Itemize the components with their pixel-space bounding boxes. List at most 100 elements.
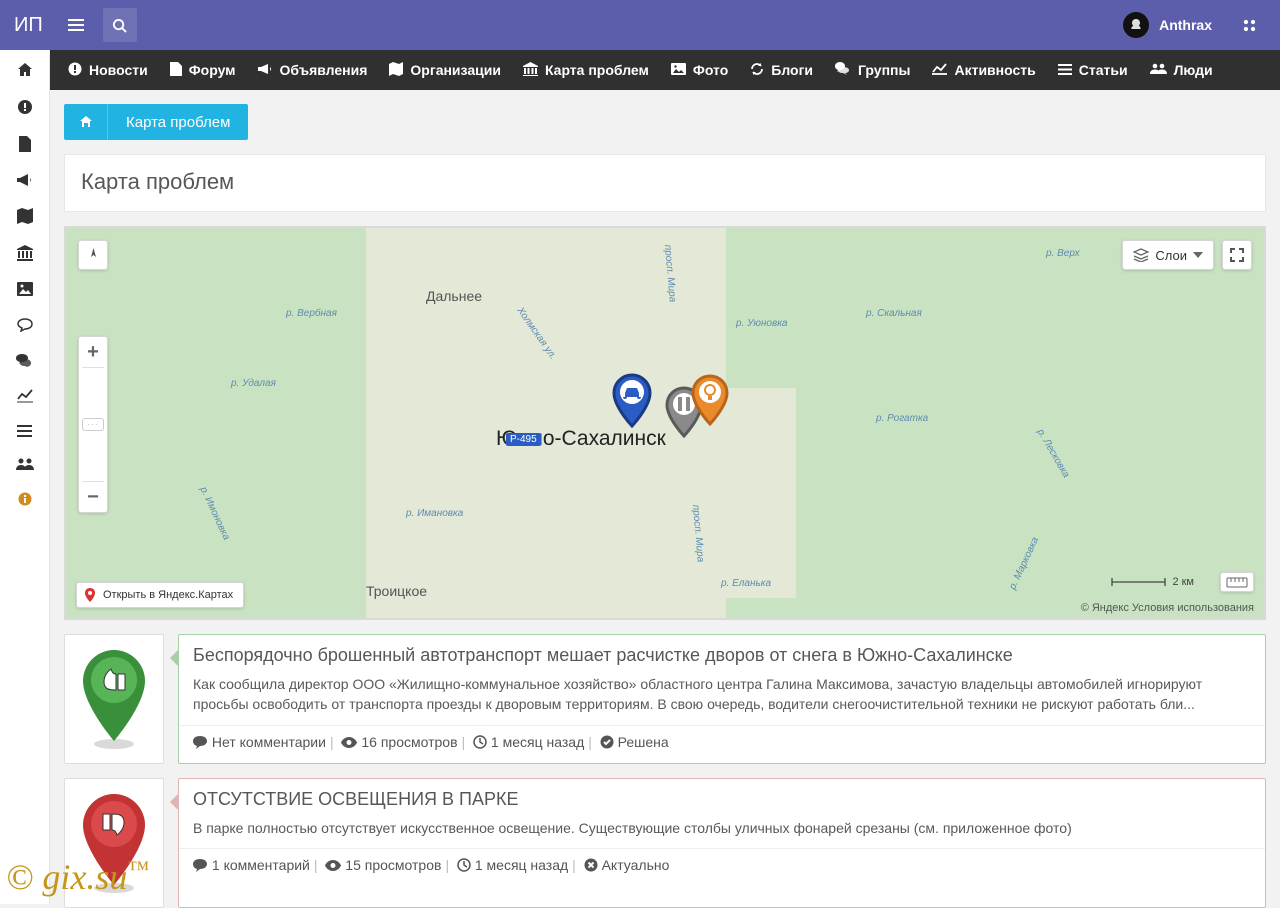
problem-body: В парке полностью отсутствует искусствен… <box>179 818 1265 848</box>
sidebar-bank-icon[interactable] <box>12 245 38 264</box>
map-pin-light[interactable] <box>690 374 730 426</box>
problem-card[interactable]: Беспорядочно брошенный автотранспорт меш… <box>178 634 1266 764</box>
problem-title[interactable]: Беспорядочно брошенный автотранспорт меш… <box>179 635 1265 674</box>
map-river-label: р. Рогатка <box>876 413 928 424</box>
layers-button[interactable]: Слои <box>1122 240 1214 270</box>
problem-meta: 1 комментарий| 15 просмотров| 1 месяц на… <box>179 848 1265 881</box>
sidebar-image-icon[interactable] <box>12 282 38 299</box>
page-title: Карта проблем <box>65 155 1265 211</box>
nav-people[interactable]: Люди <box>1140 50 1223 90</box>
main-nav: Новости Форум Объявления Организации Кар… <box>50 50 1280 90</box>
nav-forum[interactable]: Форум <box>160 50 246 90</box>
image-icon <box>671 62 686 78</box>
page-title-card: Карта проблем <box>64 154 1266 212</box>
map-river-label: р. Марковка <box>1007 536 1041 592</box>
chat-icon <box>835 62 851 78</box>
open-in-yandex-button[interactable]: Открыть в Яндекс.Картах <box>76 582 244 608</box>
zoom-in-button[interactable]: + <box>79 337 107 367</box>
problem-item: Беспорядочно брошенный автотранспорт меш… <box>64 634 1266 764</box>
map-river-label: Холмская ул. <box>514 305 558 361</box>
problem-title[interactable]: ОТСУТСТВИЕ ОСВЕЩЕНИЯ В ПАРКЕ <box>179 779 1265 818</box>
nav-news[interactable]: Новости <box>58 50 158 90</box>
map-river-label: р. Вербная <box>286 308 337 319</box>
nav-org[interactable]: Организации <box>379 50 511 90</box>
map-river-label: р. Верх <box>1046 248 1080 259</box>
left-sidebar <box>0 50 50 904</box>
sidebar-list-icon[interactable] <box>12 424 38 440</box>
problem-list: Беспорядочно брошенный автотранспорт меш… <box>64 634 1266 908</box>
problem-item: ОТСУТСТВИЕ ОСВЕЩЕНИЯ В ПАРКЕ В парке пол… <box>64 778 1266 908</box>
problem-card[interactable]: ОТСУТСТВИЕ ОСВЕЩЕНИЯ В ПАРКЕ В парке пол… <box>178 778 1266 908</box>
user-name[interactable]: Anthrax <box>1159 17 1212 33</box>
sidebar-file-icon[interactable] <box>12 136 38 155</box>
problem-body: Как сообщила директор ООО «Жилищно-комму… <box>179 674 1265 725</box>
nav-ads[interactable]: Объявления <box>248 50 378 90</box>
map-zoom-control: + ··· − <box>78 336 108 513</box>
alert-icon <box>68 62 82 79</box>
chevron-down-icon <box>1193 252 1203 258</box>
avatar[interactable] <box>1123 12 1149 38</box>
map-river-label: просп. Мира <box>690 504 706 562</box>
sidebar-comment-icon[interactable] <box>12 317 38 335</box>
map-river-label: просп. Мира <box>662 244 678 302</box>
nav-blogs[interactable]: Блоги <box>740 50 823 90</box>
comments-count: Нет комментарии <box>212 734 326 750</box>
crumb-home-button[interactable] <box>64 104 108 140</box>
map-river-label: р. Еланька <box>721 578 771 589</box>
map-town-label: Троицкое <box>366 583 427 599</box>
nav-activity[interactable]: Активность <box>922 50 1045 90</box>
sidebar-info-icon[interactable] <box>12 492 38 509</box>
chart-icon <box>932 62 947 78</box>
sidebar-home-icon[interactable] <box>12 62 38 81</box>
map-locate-button[interactable] <box>78 240 108 270</box>
sidebar-bullhorn-icon[interactable] <box>12 173 38 190</box>
map-river-label: р. Уюновка <box>736 318 787 329</box>
nav-photo[interactable]: Фото <box>661 50 738 90</box>
brand-logo[interactable]: ИП <box>14 14 43 37</box>
refresh-icon <box>750 62 764 79</box>
sidebar-alert-icon[interactable] <box>12 99 38 118</box>
map-scale: 2 км <box>1111 576 1194 588</box>
route-badge: Р-495 <box>506 433 541 446</box>
crumb-current[interactable]: Карта проблем <box>108 114 248 131</box>
sidebar-map-icon[interactable] <box>12 208 38 227</box>
map-pin-car[interactable] <box>611 373 653 428</box>
sidebar-chat-icon[interactable] <box>12 353 38 371</box>
fullscreen-button[interactable] <box>1222 240 1252 270</box>
problem-meta: Нет комментарии| 16 просмотров| 1 месяц … <box>179 725 1265 758</box>
menu-toggle-button[interactable] <box>59 8 93 42</box>
search-button[interactable] <box>103 8 137 42</box>
time-label: 1 месяц назад <box>491 734 584 750</box>
map-river-label: р. Имоновка <box>198 485 232 542</box>
views-count: 15 просмотров <box>345 857 441 873</box>
sidebar-chart-icon[interactable] <box>12 389 38 406</box>
map-town-label: Дальнее <box>426 288 482 304</box>
map-widget[interactable]: Южно-Сахалинск ДальнееТроицкоер. Удалаяр… <box>64 226 1266 620</box>
map-terms-link[interactable]: Условия использования <box>1132 602 1254 614</box>
pin-icon <box>83 588 97 602</box>
state-label: Актуально <box>602 857 670 873</box>
nav-groups[interactable]: Группы <box>825 50 920 90</box>
breadcrumb: Карта проблем <box>50 90 1280 154</box>
nav-articles[interactable]: Статьи <box>1048 50 1138 90</box>
map-river-label: р. Лесковка <box>1035 427 1072 479</box>
nav-problems[interactable]: Карта проблем <box>513 50 659 90</box>
zoom-out-button[interactable]: − <box>79 482 107 512</box>
people-icon <box>1150 62 1167 78</box>
list-icon <box>1058 62 1072 78</box>
zoom-handle-icon[interactable]: ··· <box>82 418 104 431</box>
comments-count: 1 комментарий <box>212 857 310 873</box>
ruler-button[interactable] <box>1220 572 1254 592</box>
problem-status-marker <box>64 634 164 764</box>
file-icon <box>170 62 182 79</box>
zoom-slider[interactable]: ··· <box>82 367 104 482</box>
map-icon <box>389 62 403 79</box>
map-credits: © Яндекс Условия использования <box>1081 602 1254 614</box>
bullhorn-icon <box>258 62 273 78</box>
map-river-label: р. Скальная <box>866 308 922 319</box>
views-count: 16 просмотров <box>361 734 457 750</box>
map-river-label: р. Удалая <box>231 378 276 389</box>
sidebar-people-icon[interactable] <box>12 458 38 474</box>
bank-icon <box>523 62 538 79</box>
settings-button[interactable] <box>1232 8 1266 42</box>
